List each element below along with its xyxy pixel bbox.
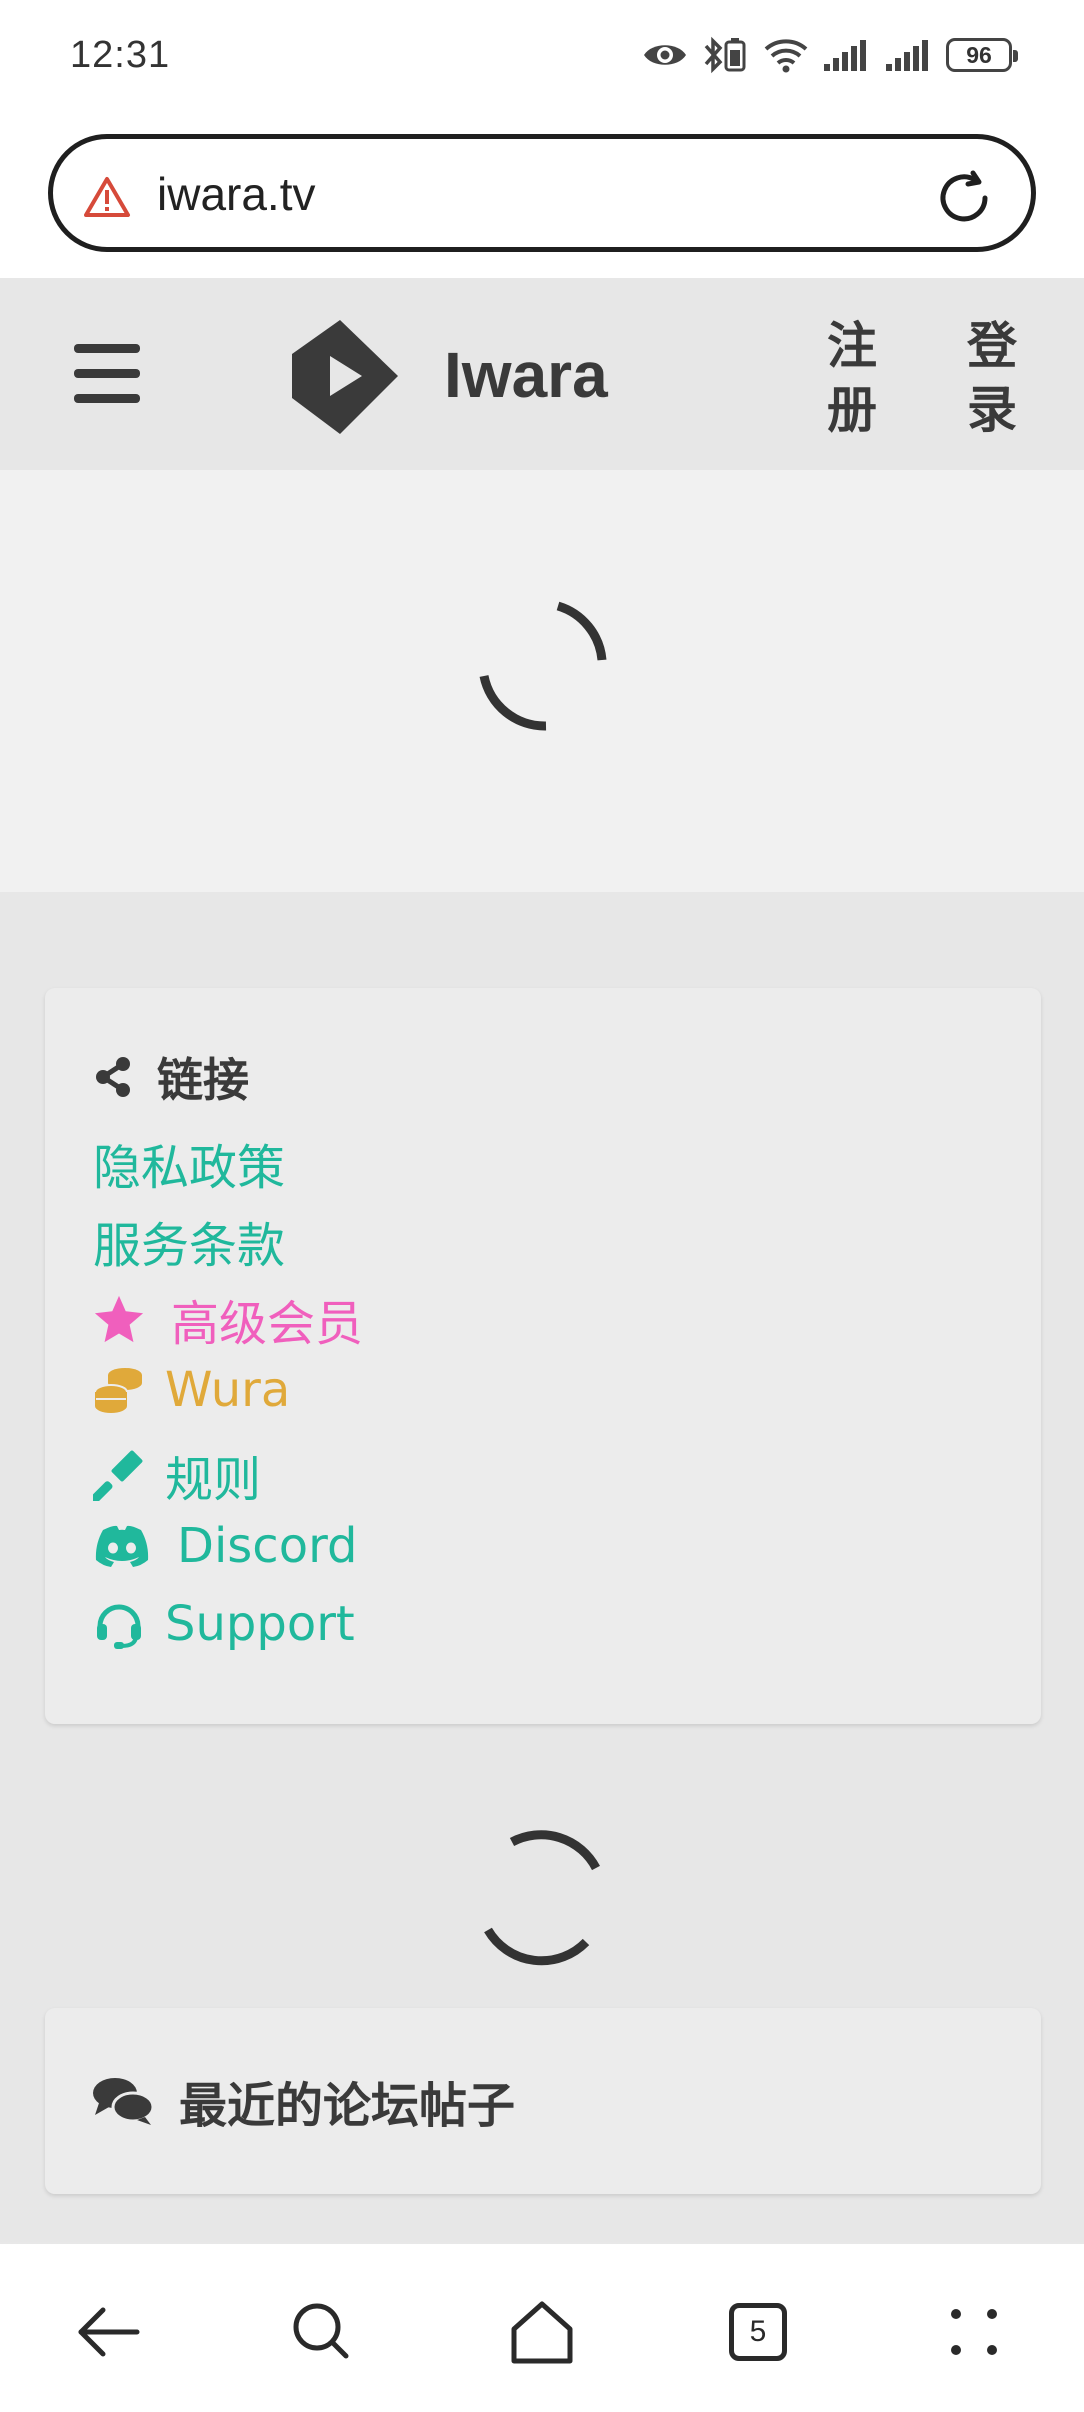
brand-name[interactable]: Iwara — [444, 338, 608, 412]
signal-icon — [886, 40, 928, 71]
status-bar: 12:31 96 — [0, 0, 1084, 112]
iwara-logo-icon[interactable] — [288, 318, 400, 436]
back-button[interactable] — [72, 2296, 144, 2368]
link-label[interactable]: 高级会员 — [171, 1284, 363, 1354]
coins-icon — [94, 1368, 142, 1413]
more-menu-button[interactable] — [938, 2296, 1010, 2368]
links-card: 链接 隐私政策 服务条款 高级会员 Wura 规则 Discord Suppor… — [45, 988, 1041, 1724]
link-privacy-policy[interactable]: 隐私政策 — [93, 1128, 285, 1198]
signal-icon — [824, 40, 866, 71]
eye-icon — [644, 45, 686, 65]
menu-icon[interactable] — [74, 344, 140, 404]
forum-card-title: 最近的论坛帖子 — [179, 2078, 516, 2134]
home-button[interactable] — [506, 2296, 578, 2368]
discord-icon — [95, 1525, 149, 1567]
forum-card-header: 最近的论坛帖子 — [91, 2066, 515, 2136]
reload-icon[interactable] — [933, 167, 995, 229]
link-wura[interactable]: Wura — [93, 1362, 290, 1418]
headset-icon — [97, 1604, 141, 1649]
link-label[interactable]: 隐私政策 — [93, 1128, 285, 1198]
home-icon — [511, 2301, 573, 2364]
register-button[interactable]: 注册 — [822, 314, 882, 442]
link-label[interactable]: 规则 — [165, 1440, 261, 1510]
link-label[interactable]: Support — [165, 1596, 355, 1652]
link-rules[interactable]: 规则 — [93, 1440, 261, 1510]
warning-triangle-icon[interactable] — [83, 175, 131, 219]
comments-icon — [93, 2078, 155, 2125]
battery-icon: 96 — [946, 38, 1018, 72]
status-icons: 96 — [642, 30, 1018, 80]
share-icon — [96, 1057, 130, 1097]
link-label[interactable]: Wura — [165, 1362, 290, 1418]
browser-bottom-nav: 5 — [0, 2242, 1084, 2412]
link-discord[interactable]: Discord — [93, 1518, 357, 1574]
links-card-title: 链接 — [157, 1053, 249, 1107]
link-label[interactable]: Discord — [177, 1518, 357, 1574]
star-icon — [94, 1295, 144, 1343]
link-label[interactable]: 服务条款 — [93, 1206, 285, 1276]
tab-count-icon: 5 — [729, 2303, 787, 2361]
content-loading-panel — [0, 470, 1084, 892]
link-terms-of-service[interactable]: 服务条款 — [93, 1206, 285, 1276]
status-time: 12:31 — [70, 34, 171, 76]
url-text[interactable]: iwara.tv — [157, 167, 315, 221]
wifi-icon — [764, 39, 808, 73]
search-icon — [293, 2303, 349, 2359]
loading-spinner-icon — [479, 601, 607, 731]
site-header: Iwara 注册 登录 — [0, 278, 1084, 470]
loading-spinner-icon — [484, 1830, 600, 1966]
tabs-button[interactable]: 5 — [722, 2296, 794, 2368]
link-premium[interactable]: 高级会员 — [93, 1284, 363, 1354]
links-card-header: 链接 — [91, 1044, 249, 1110]
login-button[interactable]: 登录 — [962, 314, 1022, 442]
link-support[interactable]: Support — [93, 1596, 355, 1652]
back-arrow-icon — [78, 2307, 140, 2357]
search-button[interactable] — [286, 2296, 358, 2368]
bluetooth-icon — [704, 36, 746, 74]
browser-toolbar: iwara.tv — [0, 112, 1084, 278]
more-dots-icon — [951, 2309, 997, 2355]
gavel-icon — [93, 1450, 143, 1501]
address-bar[interactable]: iwara.tv — [48, 134, 1036, 252]
recent-forum-posts-card: 最近的论坛帖子 — [45, 2008, 1041, 2194]
